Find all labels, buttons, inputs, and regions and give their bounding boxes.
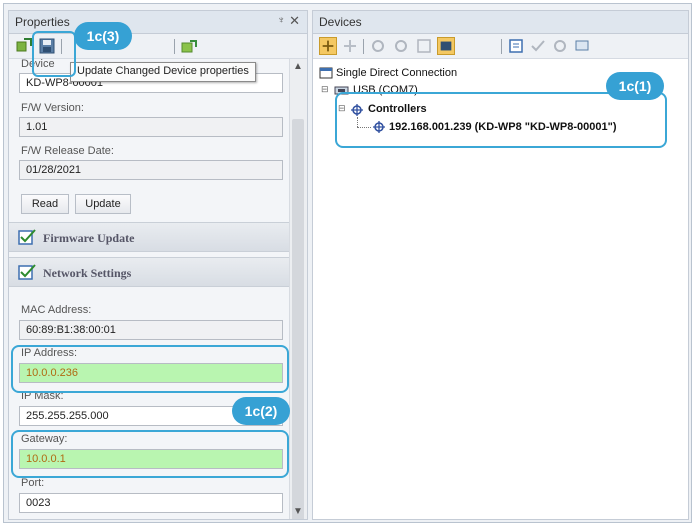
fw-release-field: 01/28/2021 [19, 160, 283, 180]
settings-icon[interactable] [551, 37, 569, 55]
properties-scrollbar[interactable]: ▲ ▼ [289, 59, 307, 519]
add-device-icon[interactable] [369, 37, 387, 55]
firmware-update-section[interactable]: Firmware Update [9, 222, 291, 252]
firmware-update-label: Firmware Update [43, 231, 135, 245]
fw-version-label: F/W Version: [21, 102, 84, 114]
update-button[interactable]: Update [75, 194, 131, 214]
devices-header: Devices [313, 11, 688, 34]
grid-view-icon[interactable] [437, 37, 455, 55]
toolbar-separator [501, 39, 502, 54]
save-highlight [32, 31, 76, 77]
callout-save: 1c(3) [74, 22, 132, 50]
toolbar-separator [174, 39, 175, 54]
connect-icon[interactable] [319, 37, 337, 55]
pin-icon[interactable]: ♆ [278, 15, 286, 26]
scroll-down-icon[interactable]: ▼ [293, 506, 303, 517]
port-field[interactable]: 0023 [19, 493, 283, 513]
connection-icon [319, 67, 333, 79]
checkbox-pen-icon [18, 229, 36, 245]
mac-address-label: MAC Address: [21, 304, 92, 316]
network-settings-section[interactable]: Network Settings [9, 257, 291, 287]
remove-device-icon[interactable] [392, 37, 410, 55]
checkbox-pen-icon [18, 264, 36, 280]
network-settings-label: Network Settings [43, 266, 132, 280]
mac-address-field: 60:89:B1:38:00:01 [19, 320, 283, 340]
export-icon[interactable] [180, 37, 198, 55]
scrollbar-thumb[interactable] [292, 119, 304, 519]
gateway-highlight [11, 430, 289, 478]
devices-toolbar [313, 34, 688, 59]
expand-icon[interactable]: ⊟ [321, 84, 329, 95]
refresh-device-icon[interactable] [15, 37, 33, 55]
ip-highlight [11, 345, 289, 393]
fw-release-label: F/W Release Date: [21, 145, 114, 157]
devices-title: Devices [319, 15, 362, 29]
save-tooltip: Update Changed Device properties [70, 62, 256, 82]
tree-item-root[interactable]: Single Direct Connection [336, 67, 457, 79]
callout-network: 1c(2) [232, 397, 290, 425]
callout-tree: 1c(1) [606, 72, 664, 100]
disconnect-icon[interactable] [341, 37, 359, 55]
properties-title: Properties [15, 15, 70, 29]
list-view-icon[interactable] [507, 37, 525, 55]
toolbar-separator [363, 39, 364, 54]
read-button[interactable]: Read [21, 194, 69, 214]
close-icon[interactable]: ✕ [289, 13, 300, 29]
scroll-up-icon[interactable]: ▲ [293, 61, 303, 72]
monitor-icon[interactable] [573, 37, 591, 55]
port-label: Port: [21, 477, 45, 489]
tree-highlight [335, 92, 667, 148]
verify-icon[interactable] [529, 37, 547, 55]
fw-version-field: 1.01 [19, 117, 283, 137]
window-icon[interactable] [415, 37, 433, 55]
